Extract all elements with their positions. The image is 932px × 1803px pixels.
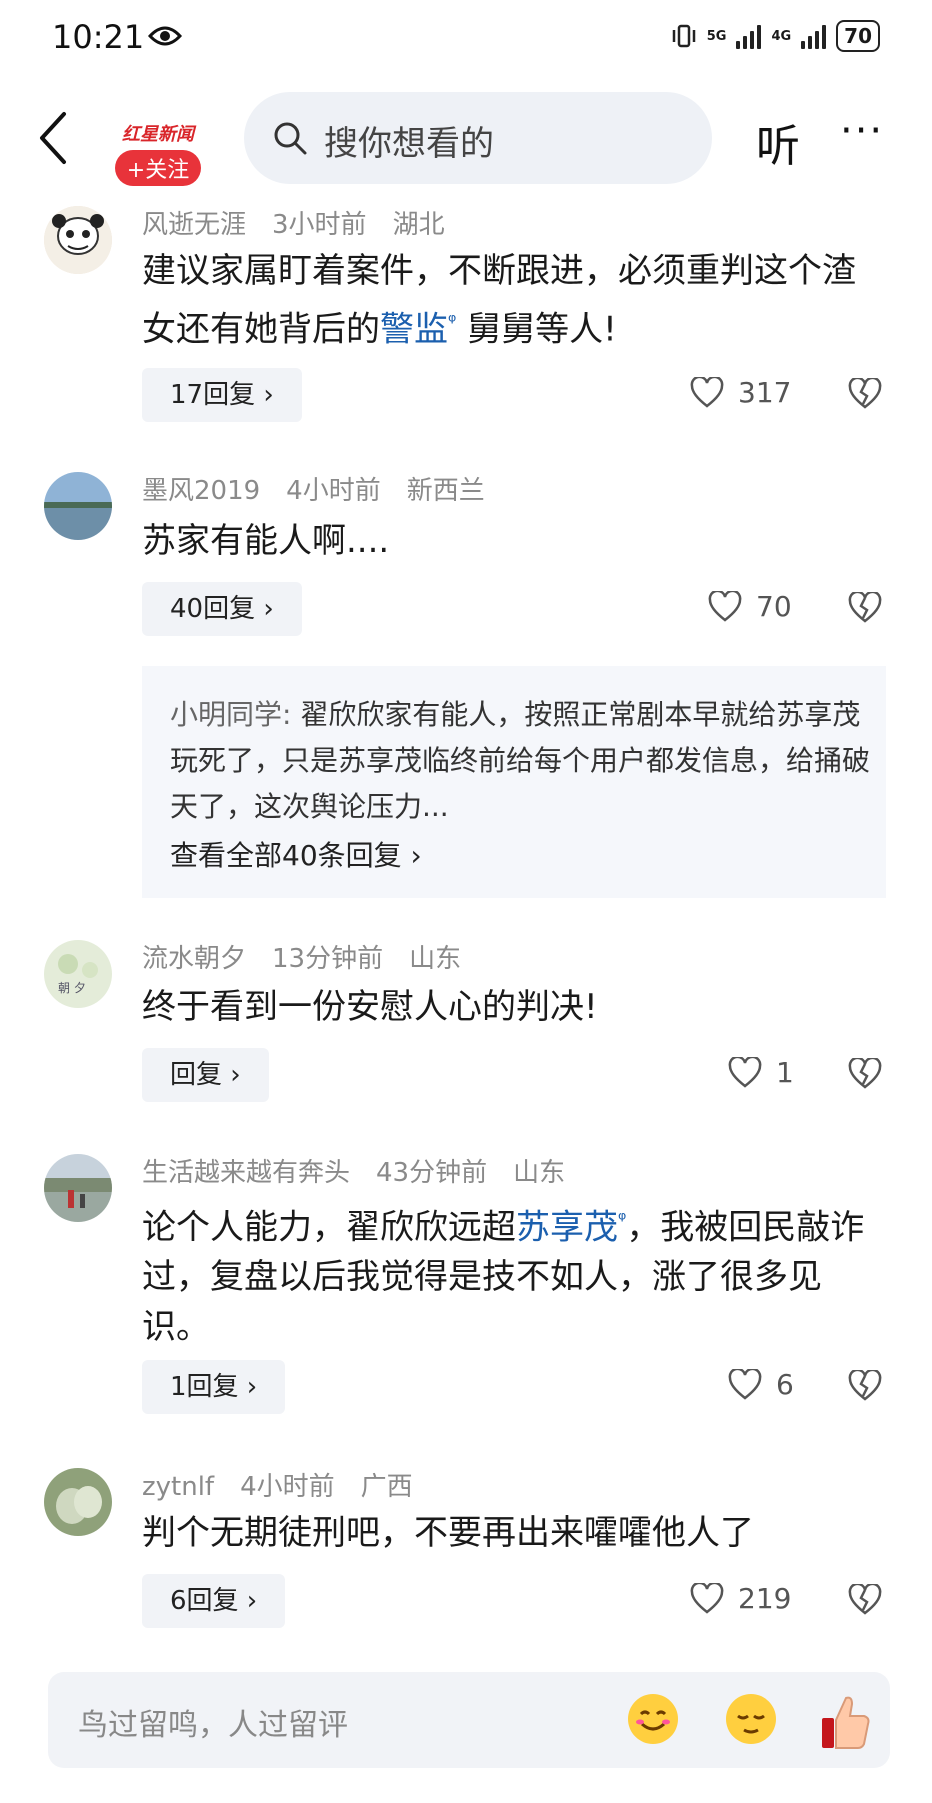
comment-meta: 流水朝夕 13分钟前 山东 bbox=[142, 938, 487, 975]
username[interactable]: 风逝无涯 bbox=[142, 210, 246, 240]
avatar[interactable]: 朝 夕 bbox=[44, 940, 112, 1008]
comment-meta: zytnlf 4小时前 广西 bbox=[142, 1466, 439, 1503]
like-count: 219 bbox=[738, 1582, 792, 1615]
comment-text: 建议家属盯着案件，不断跟进，必须重判这个渣女还有她背后的警监ᵠ 舅舅等人! bbox=[142, 251, 856, 350]
heart-icon bbox=[690, 1582, 724, 1614]
network-4g-label: 4G bbox=[771, 28, 792, 44]
like-count: 317 bbox=[738, 376, 792, 409]
search-bar[interactable]: 搜你想看的 bbox=[244, 92, 712, 184]
comment-input-placeholder: 鸟过留鸣，人过留评 bbox=[78, 1708, 348, 1743]
eye-icon bbox=[148, 26, 182, 46]
search-link-icon: ᵠ bbox=[448, 309, 457, 333]
heart-icon bbox=[728, 1056, 762, 1088]
brand-name: 红星新闻 bbox=[122, 124, 194, 145]
comment-location: 山东 bbox=[513, 1158, 566, 1188]
comment-location: 广西 bbox=[360, 1472, 413, 1502]
comment-composer[interactable]: 鸟过留鸣，人过留评 bbox=[48, 1672, 890, 1768]
avatar[interactable] bbox=[44, 206, 112, 274]
broken-heart-icon[interactable] bbox=[848, 1058, 882, 1090]
like-count: 1 bbox=[776, 1056, 794, 1089]
view-all-replies-link[interactable]: 查看全部40条回复 › bbox=[170, 834, 422, 874]
like-button[interactable]: 219 bbox=[690, 1582, 791, 1615]
reply-count-button[interactable]: 6回复 › bbox=[142, 1574, 286, 1628]
comment-text: 论个人能力，翟欣欣远超苏享茂ᵠ，我被回民敲诈过，复盘以后我觉得是技不如人，涨了很… bbox=[142, 1207, 865, 1348]
more-button[interactable]: ··· bbox=[840, 108, 884, 154]
signal-icon-2 bbox=[801, 23, 827, 49]
username[interactable]: zytnlf bbox=[142, 1472, 214, 1502]
like-button[interactable]: 6 bbox=[728, 1368, 794, 1401]
relieved-emoji-icon[interactable] bbox=[724, 1692, 778, 1746]
comment-location: 山东 bbox=[409, 944, 462, 974]
like-button[interactable]: 1 bbox=[728, 1056, 794, 1089]
heart-icon bbox=[708, 590, 742, 622]
reply-count-button[interactable]: 40回复 › bbox=[142, 582, 302, 636]
smile-emoji-icon[interactable] bbox=[626, 1692, 680, 1746]
like-button[interactable]: 70 bbox=[708, 590, 792, 623]
status-bar: 10:21 5G 4G 70 bbox=[0, 0, 932, 80]
sub-reply-box[interactable]: 小明同学: 翟欣欣家有能人，按照正常剧本早就给苏享茂玩死了，只是苏享茂临终前给每… bbox=[142, 666, 886, 898]
top-nav: 红星新闻 +关注 搜你想看的 听 ··· bbox=[0, 80, 932, 200]
signal-icon bbox=[736, 23, 762, 49]
broken-heart-icon[interactable] bbox=[848, 1370, 882, 1402]
avatar[interactable] bbox=[44, 1154, 112, 1222]
heart-icon bbox=[728, 1368, 762, 1400]
username[interactable]: 流水朝夕 bbox=[142, 944, 246, 974]
comment-meta: 风逝无涯 3小时前 湖北 bbox=[142, 204, 471, 241]
comment-location: 新西兰 bbox=[406, 476, 485, 506]
search-placeholder: 搜你想看的 bbox=[324, 124, 494, 164]
reply-count-button[interactable]: 回复 › bbox=[142, 1048, 269, 1102]
comment-time: 43分钟前 bbox=[376, 1158, 488, 1188]
comment-text: 判个无期徒刑吧，不要再出来嚯嚯他人了 bbox=[142, 1513, 754, 1553]
follow-button[interactable]: +关注 bbox=[114, 150, 202, 186]
like-count: 70 bbox=[756, 590, 792, 623]
thumbs-up-emoji-icon[interactable] bbox=[818, 1692, 872, 1752]
comment-meta: 生活越来越有奔头 43分钟前 山东 bbox=[142, 1152, 591, 1189]
search-link[interactable]: 苏享茂 bbox=[516, 1207, 618, 1247]
broken-heart-icon[interactable] bbox=[848, 592, 882, 624]
comment-time: 3小时前 bbox=[272, 210, 367, 240]
heart-icon bbox=[690, 376, 724, 408]
username[interactable]: 生活越来越有奔头 bbox=[142, 1158, 350, 1188]
username[interactable]: 墨风2019 bbox=[142, 476, 260, 506]
svg-text:朝 夕: 朝 夕 bbox=[58, 981, 86, 995]
comment-time: 4小时前 bbox=[240, 1472, 335, 1502]
battery-indicator: 70 bbox=[836, 20, 880, 52]
listen-button[interactable]: 听 bbox=[756, 110, 800, 174]
status-time: 10:21 bbox=[52, 18, 145, 56]
comment-location: 湖北 bbox=[392, 210, 445, 240]
like-count: 6 bbox=[776, 1368, 794, 1401]
like-button[interactable]: 317 bbox=[690, 376, 791, 409]
back-arrow-icon[interactable] bbox=[38, 110, 68, 166]
reply-count-button[interactable]: 1回复 › bbox=[142, 1360, 286, 1414]
vibrate-icon bbox=[672, 24, 695, 48]
publisher-logo[interactable]: 红星新闻 +关注 bbox=[108, 120, 208, 186]
avatar[interactable] bbox=[44, 472, 112, 540]
broken-heart-icon[interactable] bbox=[848, 378, 882, 410]
comment-time: 13分钟前 bbox=[272, 944, 384, 974]
avatar[interactable] bbox=[44, 1468, 112, 1536]
broken-heart-icon[interactable] bbox=[848, 1584, 882, 1616]
comment-time: 4小时前 bbox=[286, 476, 381, 506]
network-5g-label: 5G bbox=[706, 28, 727, 44]
comment-text: 苏家有能人啊.... bbox=[142, 521, 390, 561]
comment-meta: 墨风2019 4小时前 新西兰 bbox=[142, 470, 511, 507]
sub-reply-author[interactable]: 小明同学: bbox=[170, 698, 291, 731]
comment-text: 终于看到一份安慰人心的判决! bbox=[142, 987, 598, 1027]
reply-count-button[interactable]: 17回复 › bbox=[142, 368, 302, 422]
search-link[interactable]: 警监 bbox=[380, 309, 448, 349]
search-icon bbox=[274, 122, 307, 155]
sub-reply-text: 小明同学: 翟欣欣家有能人，按照正常剧本早就给苏享茂玩死了，只是苏享茂临终前给每… bbox=[170, 698, 871, 823]
